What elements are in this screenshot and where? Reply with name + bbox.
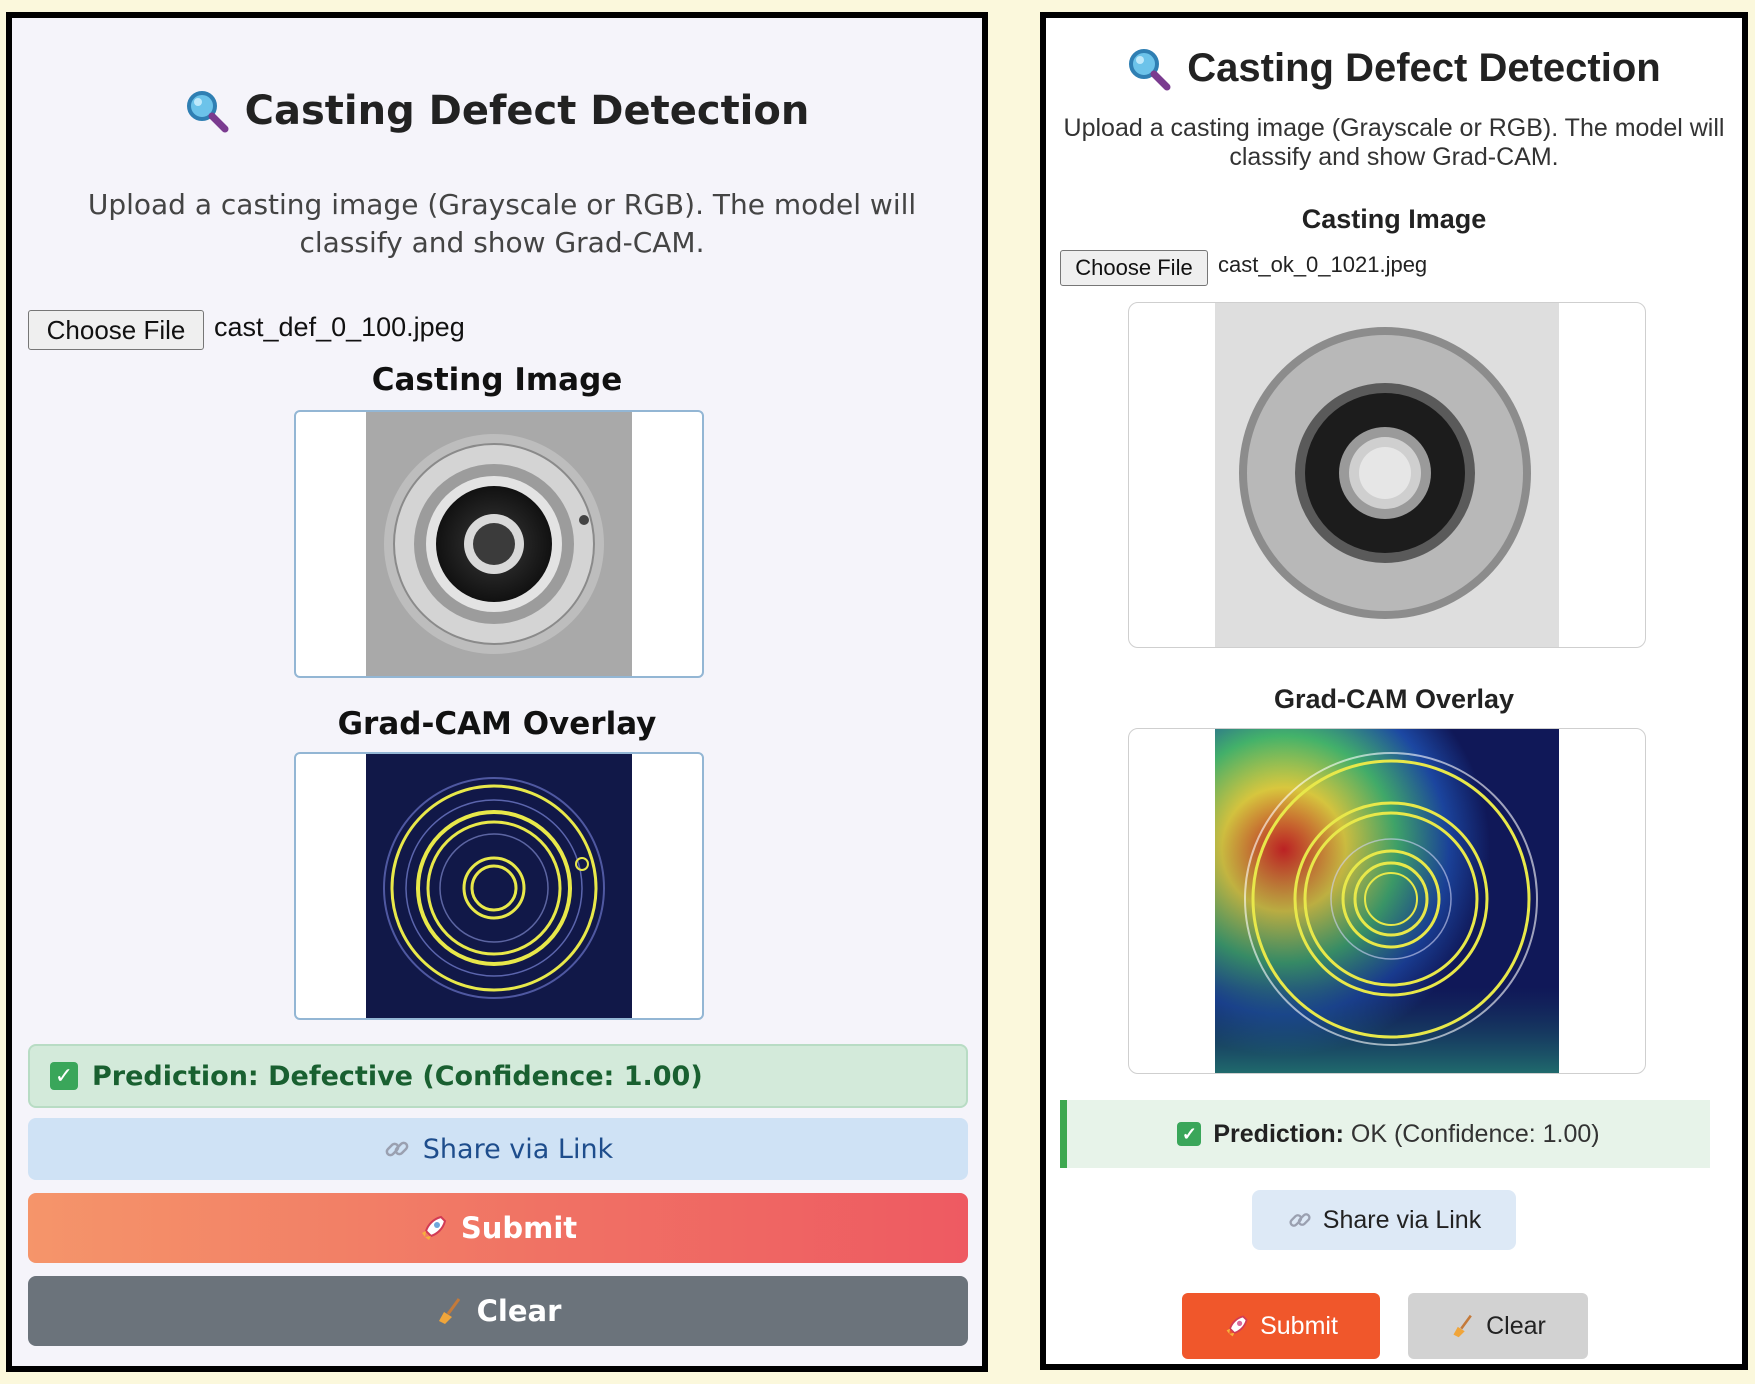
rocket-icon xyxy=(1226,1315,1248,1337)
choose-file-button[interactable]: Choose File xyxy=(28,310,204,350)
title-row: Casting Defect Detection xyxy=(1046,46,1742,91)
page-title: Casting Defect Detection xyxy=(1187,46,1661,90)
broom-icon xyxy=(438,1298,460,1324)
checkbox-icon: ✓ xyxy=(1177,1122,1202,1146)
overlay-label: Grad-CAM Overlay xyxy=(337,706,657,742)
page-description: Upload a casting image (Grayscale or RGB… xyxy=(87,188,917,259)
selected-file-name: cast_def_0_100.jpeg xyxy=(214,312,465,342)
right-app-panel: Casting Defect Detection Upload a castin… xyxy=(1040,12,1748,1370)
title-row: Casting Defect Detection xyxy=(12,88,982,134)
submit-button-label: Submit xyxy=(1260,1311,1338,1340)
prediction-result: ✓ Prediction: Defective (Confidence: 1.0… xyxy=(28,1044,968,1108)
prediction-text: Prediction: OK (Confidence: 1.00) xyxy=(1213,1120,1599,1149)
casting-image xyxy=(1215,303,1559,647)
submit-button[interactable]: Submit xyxy=(1182,1293,1380,1359)
submit-button[interactable]: Submit xyxy=(28,1193,968,1263)
link-icon xyxy=(1289,1213,1311,1227)
share-button-label: Share via Link xyxy=(1322,1205,1482,1234)
page-description: Upload a casting image (Grayscale or RGB… xyxy=(1063,114,1725,171)
prediction-value: OK (Confidence: 1.00) xyxy=(1350,1119,1600,1148)
submit-button-label: Submit xyxy=(460,1211,578,1245)
rocket-icon xyxy=(421,1215,446,1240)
prediction-text: Prediction: Defective (Confidence: 1.00) xyxy=(92,1060,703,1092)
clear-button-label: Clear xyxy=(476,1294,562,1328)
magnifier-icon xyxy=(186,91,229,133)
gradcam-overlay-image xyxy=(1215,729,1559,1073)
input-image-preview[interactable] xyxy=(1128,302,1646,648)
broom-icon xyxy=(1453,1314,1472,1338)
prediction-result: ✓ Prediction: OK (Confidence: 1.00) xyxy=(1060,1100,1710,1168)
choose-file-button[interactable]: Choose File xyxy=(1060,250,1208,286)
overlay-image-preview[interactable] xyxy=(1128,728,1646,1074)
prediction-label: Prediction: xyxy=(1213,1119,1344,1148)
selected-file-name: cast_ok_0_1021.jpeg xyxy=(1218,252,1428,277)
share-button-label: Share via Link xyxy=(422,1133,614,1165)
clear-button[interactable]: Clear xyxy=(1408,1293,1588,1359)
input-image-preview[interactable] xyxy=(294,410,704,678)
clear-button-label: Clear xyxy=(1486,1311,1546,1340)
link-icon xyxy=(385,1141,409,1157)
overlay-label: Grad-CAM Overlay xyxy=(1273,684,1515,714)
clear-button[interactable]: Clear xyxy=(28,1276,968,1346)
checkbox-icon: ✓ xyxy=(50,1062,78,1090)
gradcam-overlay-image xyxy=(366,754,632,1018)
share-link-button[interactable]: Share via Link xyxy=(1252,1190,1516,1250)
input-image-label: Casting Image xyxy=(371,362,623,398)
magnifier-icon xyxy=(1129,48,1171,90)
left-app-panel: Casting Defect Detection Upload a castin… xyxy=(6,12,988,1372)
input-image-label: Casting Image xyxy=(1301,204,1487,234)
casting-image xyxy=(366,412,632,676)
overlay-image-preview[interactable] xyxy=(294,752,704,1020)
share-link-button[interactable]: Share via Link xyxy=(28,1118,968,1180)
page-title: Casting Defect Detection xyxy=(244,88,810,134)
